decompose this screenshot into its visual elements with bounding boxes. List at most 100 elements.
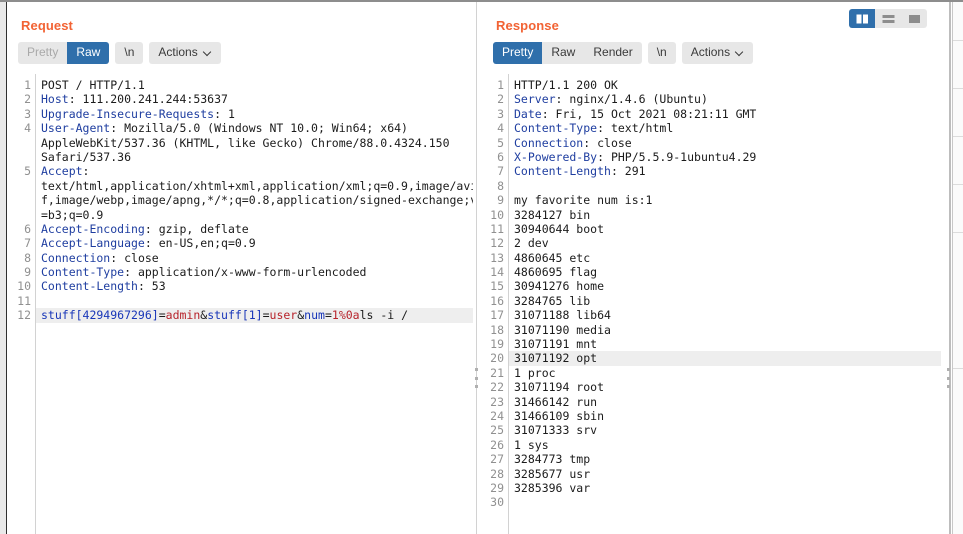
response-code-line[interactable]: HTTP/1.1 200 OK xyxy=(509,78,941,92)
request-line-number xyxy=(7,193,35,207)
response-render-button[interactable]: Render xyxy=(584,42,642,64)
adjacent-panel-sliver xyxy=(952,2,963,534)
response-editor[interactable]: 1 2 3 4 5 6 7 8 9 10 11 12 13 14 15 16 17 18 19 20 21 22 23 24 2… xyxy=(482,73,941,534)
request-code-area[interactable]: POST / HTTP/1.1 Host: 111.200.241.244:536… xyxy=(35,74,473,534)
response-code-line[interactable]: 31071333 srv xyxy=(509,423,941,437)
request-line-number: 1 xyxy=(24,78,31,92)
response-code-line[interactable] xyxy=(509,179,941,193)
response-line-number: 17 xyxy=(490,308,504,323)
response-code-area[interactable]: HTTP/1.1 200 OK Server: nginx/1.4.6 (Ubun… xyxy=(508,74,941,534)
response-line-number: 16 xyxy=(490,293,504,308)
response-token: : Fri, 15 Oct 2021 08:21:11 GMT xyxy=(541,106,757,121)
response-raw-button[interactable]: Raw xyxy=(542,42,585,64)
request-code-line[interactable]: Content-Type: application/x-www-form-url… xyxy=(36,265,473,279)
response-code-line[interactable]: Content-Type: text/html xyxy=(509,121,941,135)
response-code-line[interactable]: 31466142 run xyxy=(509,395,941,409)
request-code-line[interactable]: text/html,application/xhtml+xml,applicat… xyxy=(36,179,473,193)
layout-toggle-group[interactable] xyxy=(849,9,927,28)
response-sidepanel-splitter-grip[interactable] xyxy=(946,368,951,388)
response-line-number: 20 xyxy=(490,351,504,366)
response-code-line[interactable]: X-Powered-By: PHP/5.5.9-1ubuntu4.29 xyxy=(509,150,941,164)
response-code-line[interactable]: 3284127 bin xyxy=(509,208,941,222)
response-token: : 291 xyxy=(610,164,646,179)
response-code-line[interactable]: 31071194 root xyxy=(509,380,941,394)
response-code-line[interactable]: Content-Length: 291 xyxy=(509,164,941,178)
response-code-line[interactable]: 2 dev xyxy=(509,236,941,250)
request-token: = xyxy=(324,308,332,323)
request-code-line[interactable] xyxy=(36,294,473,308)
request-actions-button[interactable]: Actions xyxy=(149,42,221,64)
request-code-line[interactable]: AppleWebKit/537.36 (KHTML, like Gecko) C… xyxy=(36,136,473,150)
response-line-number: 26 xyxy=(490,437,504,452)
response-pretty-button[interactable]: Pretty xyxy=(493,42,543,64)
response-code-line[interactable]: 1 sys xyxy=(509,438,941,452)
request-token: user xyxy=(269,308,298,323)
request-line-number xyxy=(7,150,35,164)
response-code-line[interactable]: Server: nginx/1.4.6 (Ubuntu) xyxy=(509,92,941,106)
request-code-line[interactable]: Connection: close xyxy=(36,251,473,265)
layout-stacked-button[interactable] xyxy=(875,9,901,28)
response-code-line[interactable]: Connection: close xyxy=(509,136,941,150)
request-token: : 111.200.241.244:53637 xyxy=(68,92,228,107)
request-raw-button[interactable]: Raw xyxy=(67,42,110,64)
request-token: Host xyxy=(41,92,69,107)
request-line-number: 6 xyxy=(24,221,31,236)
request-newline-button[interactable]: \n xyxy=(115,42,144,64)
request-response-divider xyxy=(476,2,477,534)
response-code-line[interactable] xyxy=(509,495,941,509)
request-token: : close xyxy=(110,250,159,265)
response-code-line[interactable]: 3284773 tmp xyxy=(509,452,941,466)
response-token: 3284127 bin xyxy=(514,207,591,222)
request-code-line[interactable]: Upgrade-Insecure-Requests: 1 xyxy=(36,107,473,121)
request-code-line[interactable]: Accept-Encoding: gzip, deflate xyxy=(36,222,473,236)
request-code-line[interactable]: =b3;q=0.9 xyxy=(36,208,473,222)
request-code-line[interactable]: Accept-Language: en-US,en;q=0.9 xyxy=(36,236,473,250)
response-token: 31071188 lib64 xyxy=(514,308,611,323)
response-newline-button[interactable]: \n xyxy=(647,42,676,64)
request-response-splitter-grip[interactable] xyxy=(474,368,479,388)
response-code-line[interactable]: 31071191 mnt xyxy=(509,337,941,351)
response-code-line[interactable]: Date: Fri, 15 Oct 2021 08:21:11 GMT xyxy=(509,107,941,121)
response-code-line[interactable]: my favorite num is:1 xyxy=(509,193,941,207)
response-token: 2 dev xyxy=(514,236,549,251)
request-title: Request xyxy=(21,18,73,33)
response-code-line[interactable]: 31071192 opt xyxy=(509,351,941,366)
response-code-line[interactable]: 3284765 lib xyxy=(509,294,941,308)
response-token: 31466109 sbin xyxy=(514,408,605,423)
request-editor[interactable]: 1 2 3 4 5 6 7 8 9 10 11 12 POST / HTTP/1.1 Host: 111… xyxy=(7,73,473,534)
response-line-number: 5 xyxy=(497,135,504,150)
request-code-line[interactable]: Host: 111.200.241.244:53637 xyxy=(36,92,473,106)
request-code-line[interactable]: Content-Length: 53 xyxy=(36,279,473,293)
response-view-mode-group[interactable]: Pretty Raw Render xyxy=(493,42,642,64)
request-line-number xyxy=(7,179,35,193)
response-actions-button[interactable]: Actions xyxy=(681,42,754,64)
request-code-line[interactable]: User-Agent: Mozilla/5.0 (Windows NT 10.0… xyxy=(36,121,473,135)
response-code-line[interactable]: 1 proc xyxy=(509,366,941,380)
response-code-line[interactable]: 31071188 lib64 xyxy=(509,308,941,322)
layout-single-pane-button[interactable] xyxy=(901,9,927,28)
response-line-number: 12 xyxy=(490,236,504,251)
response-code-line[interactable]: 31071190 media xyxy=(509,323,941,337)
response-token: 31466142 run xyxy=(514,394,598,409)
request-code-line[interactable]: stuff[4294967296]=admin&stuff[1]=user&nu… xyxy=(36,308,473,323)
request-code-line[interactable]: Accept: xyxy=(36,164,473,178)
response-code-line[interactable]: 30940644 boot xyxy=(509,222,941,236)
response-line-number: 24 xyxy=(490,408,504,423)
request-code-line[interactable]: f,image/webp,image/apng,*/*;q=0.8,applic… xyxy=(36,193,473,207)
response-code-line[interactable]: 4860695 flag xyxy=(509,265,941,279)
response-line-number: 10 xyxy=(490,207,504,222)
layout-side-by-side-button[interactable] xyxy=(849,9,875,28)
response-token: 1 sys xyxy=(514,437,549,452)
request-view-mode-group[interactable]: Pretty Raw xyxy=(18,42,110,64)
response-line-number: 25 xyxy=(490,423,504,438)
response-code-line[interactable]: 31466109 sbin xyxy=(509,409,941,423)
response-code-line[interactable]: 3285396 var xyxy=(509,481,941,495)
request-code-line[interactable]: POST / HTTP/1.1 xyxy=(36,78,473,92)
request-line-number: 8 xyxy=(24,250,31,265)
response-code-line[interactable]: 4860645 etc xyxy=(509,251,941,265)
response-code-line[interactable]: 30941276 home xyxy=(509,279,941,293)
request-pretty-button[interactable]: Pretty xyxy=(18,42,68,64)
response-code-line[interactable]: 3285677 usr xyxy=(509,467,941,481)
request-code-line[interactable]: Safari/537.36 xyxy=(36,150,473,164)
request-line-number xyxy=(7,136,35,150)
